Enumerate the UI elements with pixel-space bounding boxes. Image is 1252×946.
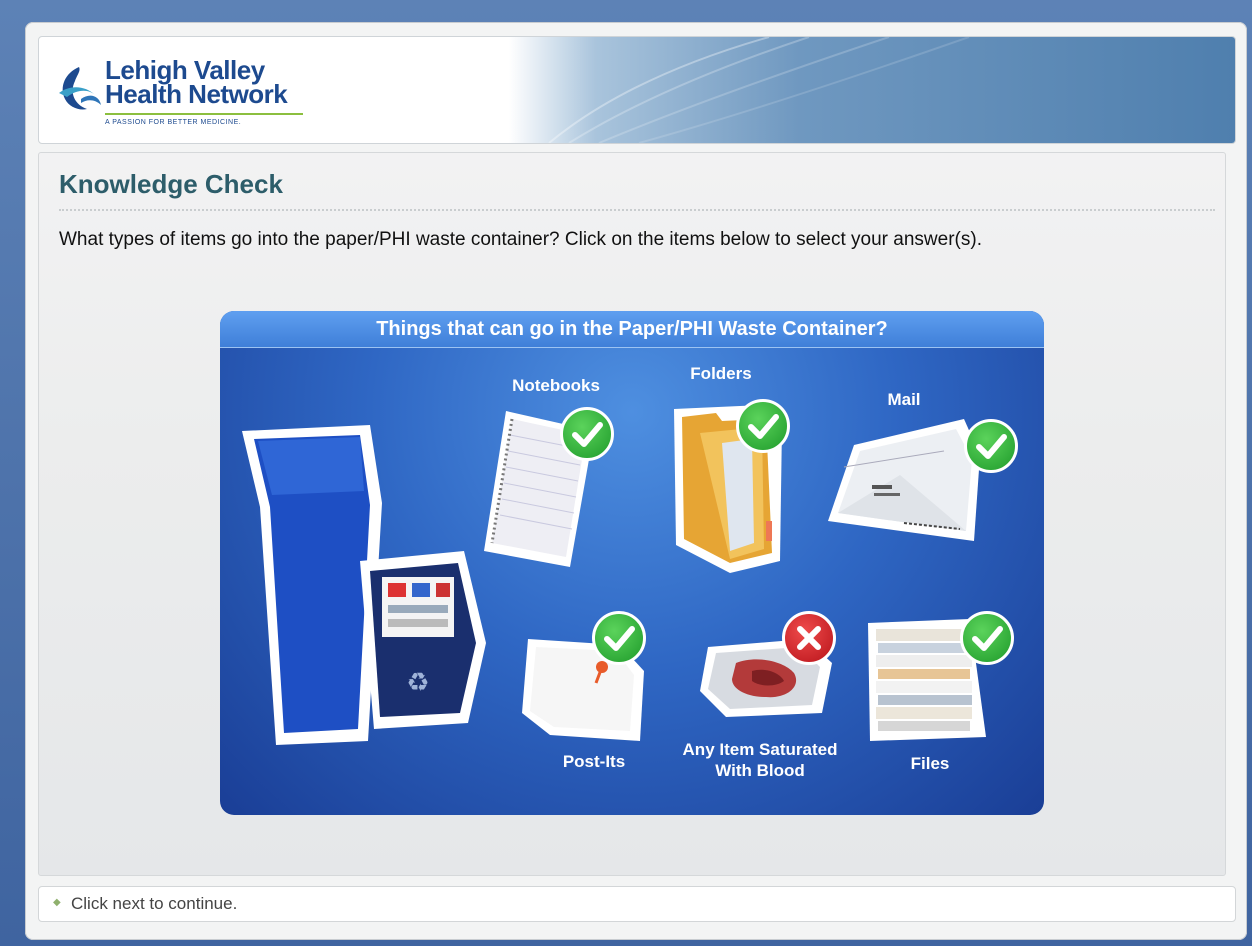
- check-icon: [964, 419, 1018, 473]
- panel-title: Things that can go in the Paper/PHI Wast…: [220, 311, 1044, 348]
- banner-swoosh: [548, 37, 970, 143]
- header-banner: [509, 37, 1235, 143]
- check-icon: [960, 611, 1014, 665]
- check-icon: [592, 611, 646, 665]
- item-label-mail: Mail: [887, 390, 921, 409]
- title-divider: [59, 209, 1215, 211]
- logo-tagline: A PASSION FOR BETTER MEDICINE.: [105, 119, 242, 126]
- check-icon: [736, 399, 790, 453]
- question-text: What types of items go into the paper/PH…: [59, 229, 982, 250]
- item-label-notebooks: Notebooks: [512, 376, 600, 395]
- footer: ◆ Click next to continue.: [38, 886, 1236, 922]
- course-frame: Lehigh Valley Health Network A PASSION F…: [25, 22, 1247, 940]
- mail-item[interactable]: [824, 415, 984, 555]
- svg-text:♻: ♻: [406, 668, 429, 698]
- check-icon: [560, 407, 614, 461]
- item-label-folders: Folders: [690, 364, 752, 383]
- item-label-post-its: Post-Its: [562, 752, 626, 771]
- x-icon: [782, 611, 836, 665]
- page-title: Knowledge Check: [59, 169, 283, 199]
- footer-instruction: Click next to continue.: [71, 894, 238, 913]
- logo-mark-icon: [59, 67, 101, 110]
- logo-text-line2: Health Network: [105, 79, 288, 109]
- header: Lehigh Valley Health Network A PASSION F…: [38, 36, 1236, 144]
- quiz-panel: Things that can go in the Paper/PHI Wast…: [220, 311, 1044, 815]
- lvhn-logo[interactable]: Lehigh Valley Health Network A PASSION F…: [55, 55, 315, 137]
- recycling-bins-image: ♻: [242, 425, 486, 745]
- diamond-bullet-icon: ◆: [53, 897, 61, 908]
- content-area: Knowledge Check What types of items go i…: [38, 152, 1226, 876]
- logo-rule: [105, 113, 303, 115]
- item-label-blood: Any Item Saturated With Blood: [682, 740, 838, 780]
- item-label-files: Files: [910, 754, 950, 773]
